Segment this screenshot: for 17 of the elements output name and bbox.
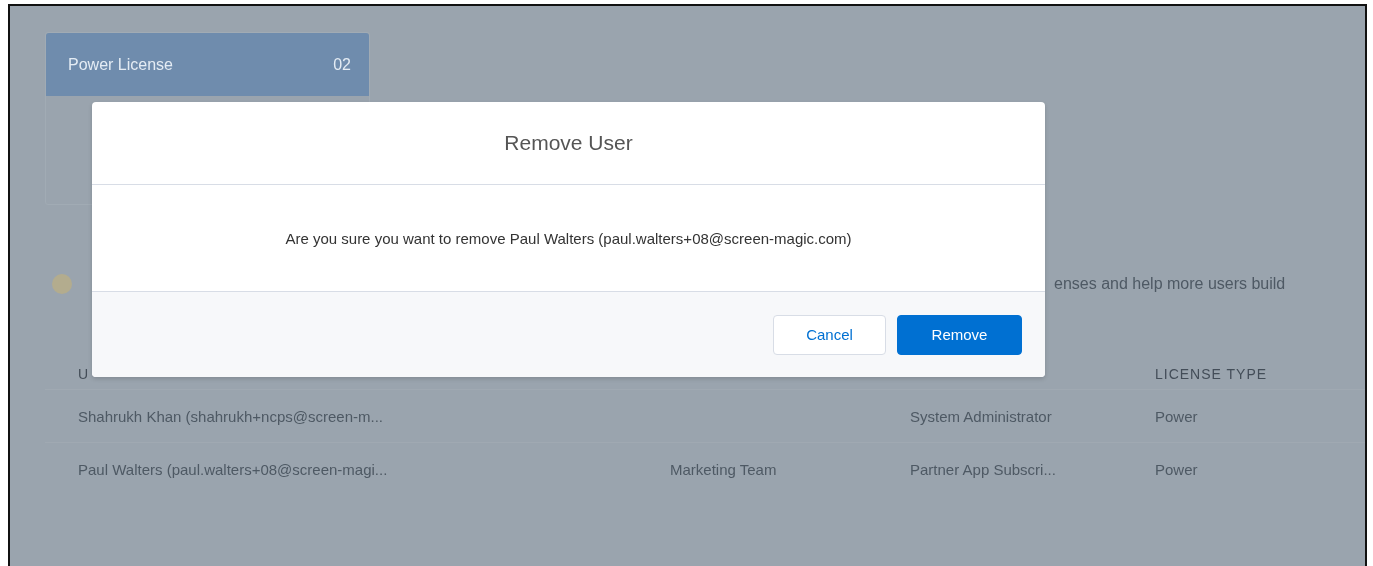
table-cell-text: Power [1155,460,1199,478]
license-count: 02 [333,55,351,74]
column-header: U [77,366,91,382]
table-cell-text: Power [1155,407,1199,425]
table-cell-text: Shahrukh Khan (shahrukh+ncps@screen-m... [77,407,384,425]
notice-text: enses and help more users build [1054,275,1286,293]
info-icon [52,274,72,294]
remove-button[interactable]: Remove [897,314,1022,355]
column-header: LICENSE TYPE [1155,366,1269,382]
cancel-button[interactable]: Cancel [773,314,886,355]
card-title: Power License [68,55,173,74]
dialog-title: Remove User [504,131,633,155]
table-cell-text: System Administrator [910,407,1053,425]
table-cell-text: Paul Walters (paul.walters+08@screen-magi... [77,460,389,478]
table-cell-text: Partner App Subscri... [910,460,1057,478]
table-cell: Marketing Team [670,460,777,478]
dialog-message: Are you sure you want to remove Paul Walters (paul.walters+08@screen-magic.com) [285,229,852,247]
